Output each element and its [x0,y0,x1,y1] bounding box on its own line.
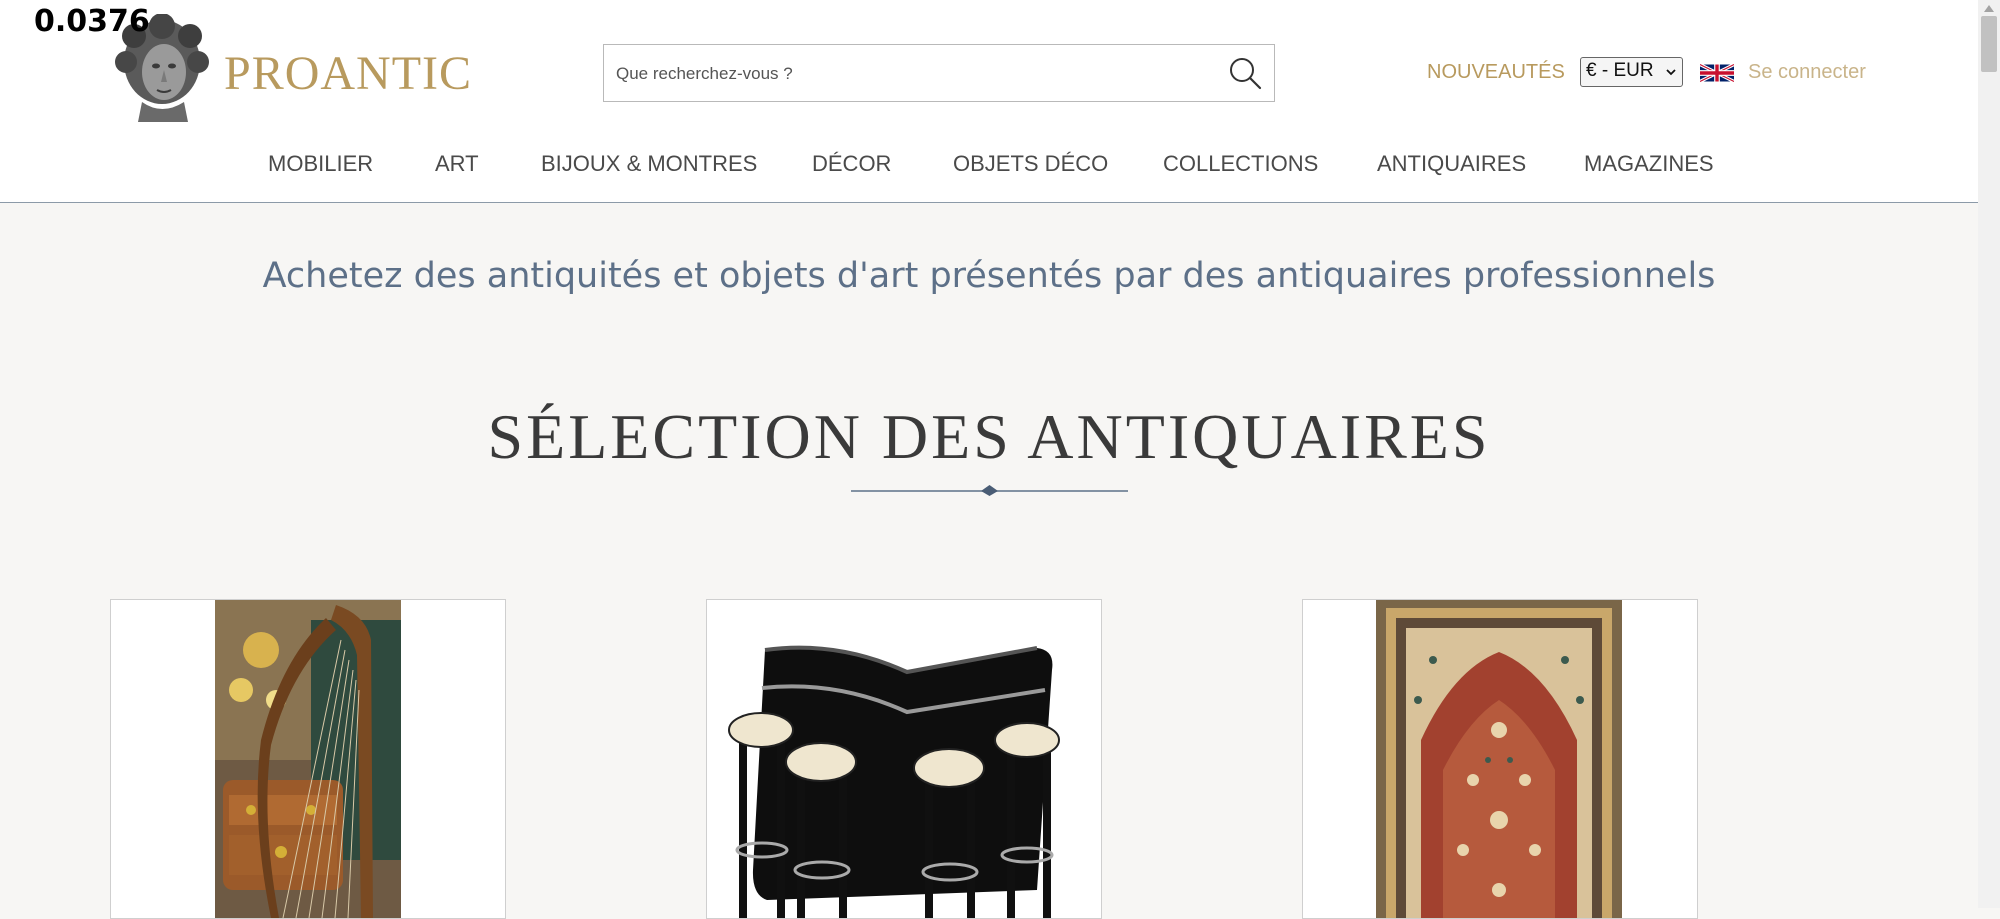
new-arrivals-link[interactable]: NOUVEAUTÉS [1427,61,1565,84]
overlay-score: 0.0376 [34,4,150,39]
site-header: PROANTIC NOUVEAUTÉS € - EUR Se connecter… [0,0,1978,203]
nav-item-art[interactable]: ART [435,151,479,177]
scroll-up-arrow-icon[interactable] [1984,4,1994,12]
nav-item-magazines[interactable]: MAGAZINES [1584,151,1714,177]
search-icon[interactable] [1227,55,1263,91]
nav-item-antiquaires[interactable]: ANTIQUAIRES [1377,151,1526,177]
nav-item-decor[interactable]: DÉCOR [812,151,891,177]
nav-item-bijoux-montres[interactable]: BIJOUX & MONTRES [541,151,757,177]
nav-item-objets-deco[interactable]: OBJETS DÉCO [953,151,1108,177]
product-image-rug [1303,600,1697,918]
nav-item-collections[interactable]: COLLECTIONS [1163,151,1318,177]
product-image-harp [215,600,401,918]
section-title: SÉLECTION DES ANTIQUAIRES [487,401,1491,472]
currency-select[interactable]: € - EUR [1580,57,1683,87]
product-card[interactable] [110,599,506,919]
search-input[interactable] [614,53,1198,95]
search-bar [603,44,1275,102]
product-image-bar [707,600,1101,918]
vertical-scrollbar[interactable] [1978,0,2000,908]
logo-text[interactable]: PROANTIC [224,46,472,101]
chevron-down-icon [1666,69,1676,76]
nav-item-mobilier[interactable]: MOBILIER [268,151,373,177]
login-link[interactable]: Se connecter [1748,61,1866,84]
title-divider [851,485,1128,496]
product-card[interactable] [706,599,1102,919]
tagline: Achetez des antiquités et objets d'art p… [262,256,1716,296]
product-card[interactable] [1302,599,1698,919]
scrollbar-thumb[interactable] [1981,16,1997,72]
currency-value: € - EUR [1586,60,1654,81]
uk-flag-icon[interactable] [1700,61,1734,85]
